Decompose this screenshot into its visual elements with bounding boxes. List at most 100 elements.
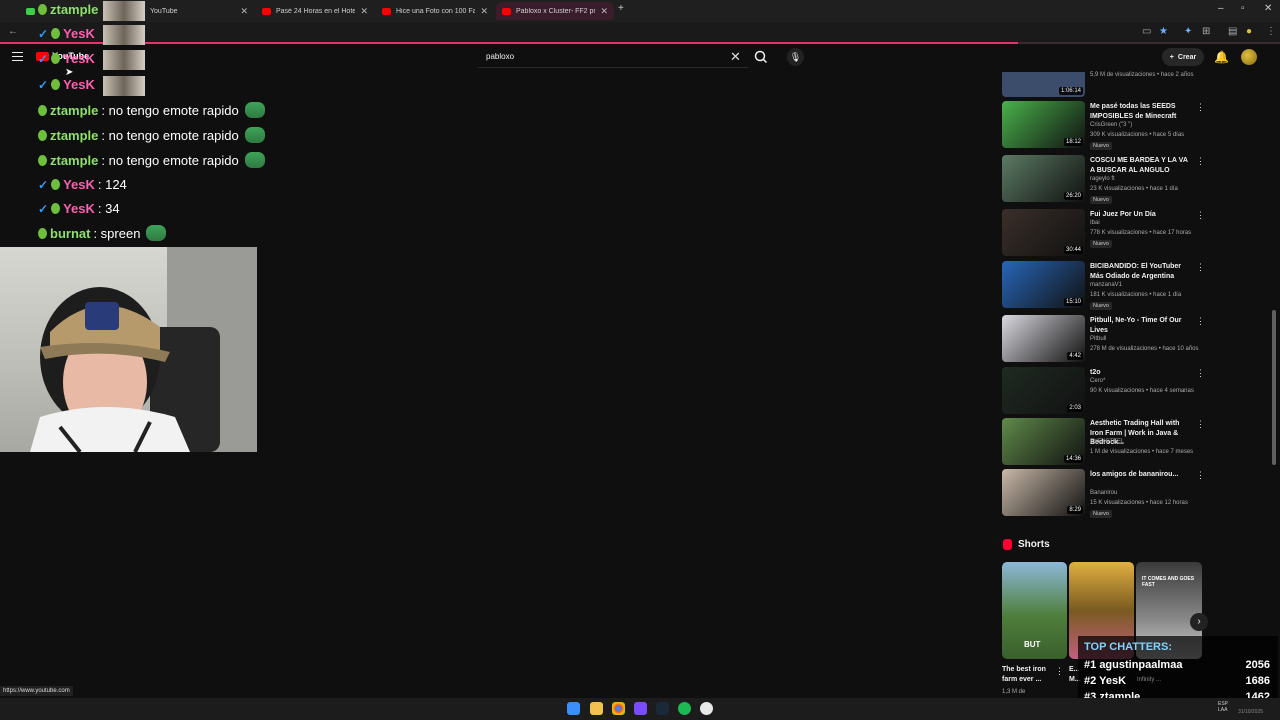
clear-search-icon[interactable]: ✕: [730, 49, 741, 65]
pepe-emote-icon: [146, 225, 167, 241]
close-icon[interactable]: ✕: [600, 6, 608, 17]
sidebar-video-partial[interactable]: 1:06:14 5,9 M de visualizaciones • hace …: [1002, 72, 1202, 98]
more-options-icon[interactable]: ⋮: [1196, 368, 1205, 379]
video-views: 278 M de visualizaciones • hace 10 años: [1090, 346, 1199, 352]
app-icon[interactable]: [634, 702, 647, 715]
tab-youtube[interactable]: YouTube ✕: [130, 2, 254, 20]
video-duration: 15:10: [1063, 298, 1083, 306]
microphone-icon[interactable]: 🎙: [787, 48, 804, 66]
close-icon[interactable]: ✕: [240, 6, 248, 17]
more-options-icon[interactable]: ⋮: [1196, 102, 1205, 113]
video-channel[interactable]: EYE4STEEL: [1090, 439, 1124, 445]
cast-icon[interactable]: ▭: [1142, 26, 1151, 37]
chat-username: burnat: [50, 225, 91, 241]
search-icon[interactable]: [752, 48, 770, 66]
search-input[interactable]: pabloxo: [478, 46, 748, 68]
sidebar-video-item[interactable]: 26:20 COSCU ME BARDEA Y LA VA A BUSCAR AL…: [1002, 155, 1205, 205]
subscriber-badge-icon: [38, 227, 47, 239]
close-icon[interactable]: ✕: [480, 6, 488, 17]
puzzle-icon[interactable]: ⊞: [1202, 26, 1210, 37]
tab-pabloxo-video[interactable]: Pabloxo x Cluster- FF2 prod nv ✕: [496, 2, 614, 20]
top-chatter-row: #2 YesK 1686: [1084, 675, 1270, 687]
close-icon[interactable]: ✕: [360, 6, 368, 17]
sidepanel-icon[interactable]: ▤: [1228, 26, 1237, 37]
video-progress-remaining[interactable]: [1018, 42, 1280, 44]
chat-message: ztample: no tengo emote rapido: [38, 127, 265, 143]
video-channel[interactable]: rageylo ft: [1090, 176, 1115, 182]
sidebar-video-item[interactable]: 2:03 t2o Cero* 90 K visualizaciones • hace …: [1002, 367, 1205, 417]
video-progress-played[interactable]: [0, 42, 1018, 44]
back-icon[interactable]: ←: [8, 26, 18, 37]
more-options-icon[interactable]: ⋮: [1055, 666, 1064, 677]
tab-hotel-video[interactable]: Pasé 24 Horas en el Hotel Más ✕: [256, 2, 374, 20]
sidebar-video-item[interactable]: 30:44 Fui Juez Por Un Día Ibai 778 K visual…: [1002, 209, 1205, 259]
video-channel[interactable]: CrisGreen ("3 "): [1090, 122, 1132, 128]
maximize-icon[interactable]: ▫: [1241, 3, 1245, 14]
video-channel[interactable]: manzanaV1: [1090, 282, 1122, 288]
short-thumbnail[interactable]: BUT: [1002, 562, 1067, 659]
status-bar-url: https://www.youtube.com: [0, 686, 73, 696]
video-channel[interactable]: Cero*: [1090, 378, 1105, 384]
minimize-icon[interactable]: –: [1218, 3, 1224, 14]
video-title[interactable]: los amigos de bananirou...: [1090, 470, 1190, 480]
sidebar-video-item[interactable]: 18:12 Me pasé todas las SEEDS IMPOSIBLES …: [1002, 101, 1205, 151]
chatter-count: 2056: [1245, 659, 1270, 671]
video-title[interactable]: t2o: [1090, 368, 1190, 378]
more-options-icon[interactable]: ⋮: [1196, 156, 1205, 167]
steam-icon[interactable]: [656, 702, 669, 715]
obs-icon[interactable]: [700, 702, 713, 715]
short-title[interactable]: The best iron farm ever ...: [1002, 665, 1054, 685]
chat-text: : spreen: [93, 225, 141, 241]
video-channel[interactable]: Ibai: [1090, 220, 1100, 226]
shorts-heading: Shorts: [1003, 539, 1050, 550]
sidebar-video-item[interactable]: 8:29 los amigos de bananirou... Bananirou 1…: [1002, 469, 1205, 519]
notifications-bell-icon[interactable]: 🔔: [1214, 50, 1229, 64]
video-title[interactable]: Fui Juez Por Un Día: [1090, 210, 1190, 220]
sidebar-video-item[interactable]: 15:10 BICIBANDIDO: El YouTuber Más Odiado…: [1002, 261, 1205, 311]
video-views: 5,9 M de visualizaciones • hace 2 años: [1090, 72, 1194, 78]
video-channel[interactable]: Pitbull: [1090, 336, 1106, 342]
extension-icon[interactable]: ✦: [1184, 26, 1192, 37]
language-indicator[interactable]: ESP LAA: [1218, 701, 1232, 713]
more-options-icon[interactable]: ⋮: [1196, 470, 1205, 481]
spotify-icon[interactable]: [678, 702, 691, 715]
video-title[interactable]: COSCU ME BARDEA Y LA VA A BUSCAR AL ANGU…: [1090, 156, 1190, 175]
avatar[interactable]: [1241, 49, 1257, 65]
more-options-icon[interactable]: ⋮: [1196, 210, 1205, 221]
video-thumbnail[interactable]: 4:42: [1002, 315, 1085, 362]
video-thumbnail[interactable]: 26:20: [1002, 155, 1085, 202]
file-explorer-icon[interactable]: [590, 702, 603, 715]
video-channel[interactable]: Bananirou: [1090, 490, 1117, 496]
subscriber-badge-icon: [51, 179, 61, 190]
video-title[interactable]: Me pasé todas las SEEDS IMPOSIBLES de Mi…: [1090, 102, 1190, 121]
video-thumbnail[interactable]: 8:29: [1002, 469, 1085, 516]
shorts-next-button[interactable]: ›: [1190, 613, 1208, 631]
bookmark-star-icon[interactable]: ★: [1159, 26, 1168, 37]
video-title[interactable]: BICIBANDIDO: El YouTuber Más Odiado de A…: [1090, 262, 1190, 281]
sidebar-video-item[interactable]: 4:42 Pitbull, Ne-Yo - Time Of Our Lives Pi…: [1002, 315, 1205, 365]
window-close-icon[interactable]: ✕: [1264, 3, 1272, 14]
chat-message: ztample: [38, 2, 101, 17]
chat-message: ✓ YesK: 124: [38, 177, 127, 192]
video-thumbnail[interactable]: 14:36: [1002, 418, 1085, 465]
video-thumbnail[interactable]: 30:44: [1002, 209, 1085, 256]
hamburger-menu-icon[interactable]: [12, 52, 23, 61]
video-title[interactable]: Pitbull, Ne-Yo - Time Of Our Lives: [1090, 316, 1190, 335]
chrome-icon[interactable]: [612, 702, 625, 715]
more-options-icon[interactable]: ⋮: [1196, 316, 1205, 327]
tab-famosos-video[interactable]: Hice una Foto con 100 Famoso ✕: [376, 2, 494, 20]
video-thumbnail[interactable]: 1:06:14: [1002, 72, 1085, 97]
start-menu-icon[interactable]: [567, 702, 580, 715]
video-thumbnail[interactable]: 15:10: [1002, 261, 1085, 308]
page-scrollbar[interactable]: [1272, 310, 1276, 465]
new-tab-icon[interactable]: +: [618, 3, 624, 14]
menu-dots-icon[interactable]: ⋮: [1266, 26, 1276, 37]
create-button[interactable]: + Crear: [1162, 48, 1204, 66]
more-options-icon[interactable]: ⋮: [1196, 262, 1205, 273]
profile-icon[interactable]: ●: [1246, 26, 1252, 37]
chat-message: burnat: spreen: [38, 225, 167, 241]
sidebar-video-item[interactable]: 14:36 Aesthetic Trading Hall with Iron Fa…: [1002, 418, 1205, 468]
video-thumbnail[interactable]: 18:12: [1002, 101, 1085, 148]
video-thumbnail[interactable]: 2:03: [1002, 367, 1085, 414]
more-options-icon[interactable]: ⋮: [1196, 419, 1205, 430]
